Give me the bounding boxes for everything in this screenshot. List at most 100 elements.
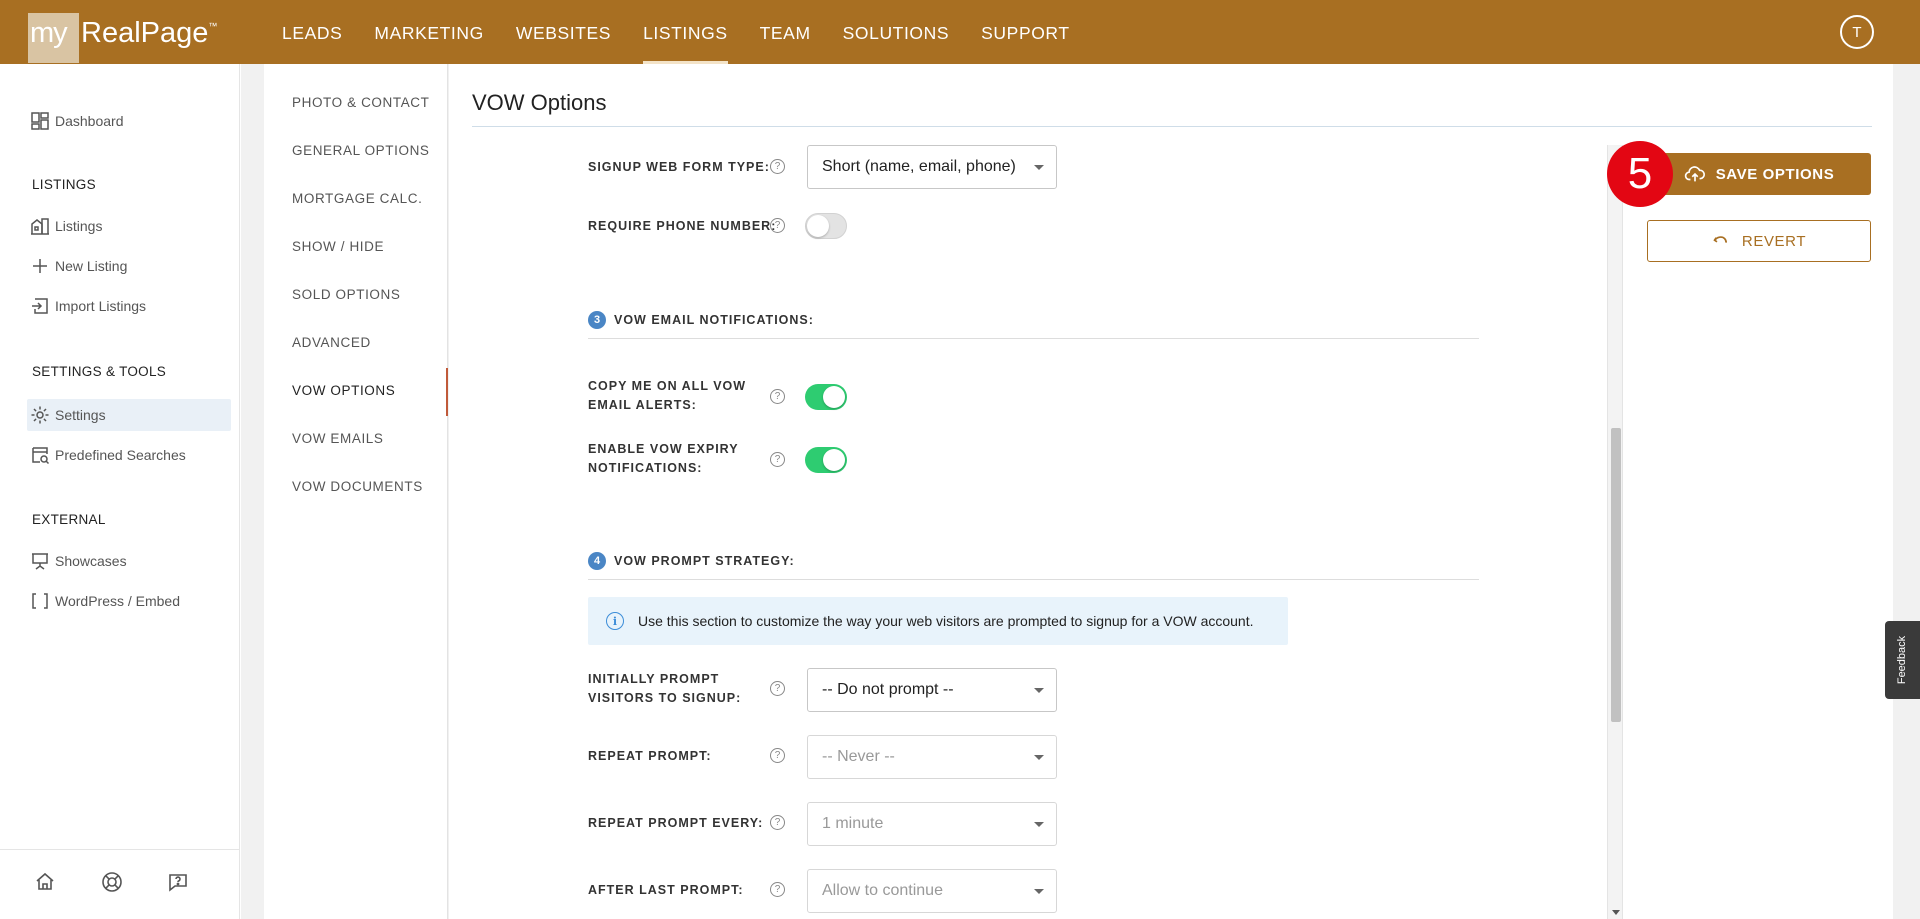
sidebar-label-showcases: Showcases — [55, 553, 127, 569]
user-avatar[interactable]: T — [1840, 15, 1874, 49]
myrealpage-logo[interactable]: my RealPage ™ — [28, 13, 217, 63]
chat-help-icon[interactable] — [166, 870, 190, 894]
sidebar-header-listings: LISTINGS — [32, 177, 96, 192]
sidebar-item-import-listings[interactable]: Import Listings — [27, 290, 231, 322]
revert-label: REVERT — [1741, 232, 1807, 250]
sidebar-item-showcases[interactable]: Showcases — [27, 545, 231, 577]
sidebar-header-external: EXTERNAL — [32, 512, 106, 527]
info-text: Use this section to customize the way yo… — [638, 613, 1254, 629]
sidebar-label-settings: Settings — [55, 407, 106, 423]
initial-prompt-label-line2: VISITORS TO SIGNUP: — [588, 691, 742, 705]
sidebar-item-listings[interactable]: Listings — [27, 210, 231, 242]
sidebar-label-new-listing: New Listing — [55, 258, 128, 274]
top-navigation-bar: my RealPage ™ LEADS MARKETING WEBSITES L… — [0, 0, 1920, 64]
repeat-prompt-select[interactable]: -- Never -- — [807, 735, 1057, 779]
subnav-advanced[interactable]: ADVANCED — [292, 335, 371, 350]
presentation-board-icon — [27, 550, 55, 572]
sidebar-footer — [0, 849, 240, 919]
subnav-sold-options[interactable]: SOLD OPTIONS — [292, 287, 400, 302]
initial-prompt-label-line1: INITIALLY PROMPT — [588, 672, 720, 686]
require-phone-label: REQUIRE PHONE NUMBER: — [588, 219, 777, 233]
after-last-prompt-label: AFTER LAST PROMPT: — [588, 883, 744, 897]
signup-form-type-select[interactable]: Short (name, email, phone) — [807, 145, 1057, 189]
after-last-prompt-value: Allow to continue — [822, 882, 943, 899]
help-icon[interactable]: ? — [770, 882, 785, 897]
subnav-general-options[interactable]: GENERAL OPTIONS — [292, 143, 430, 158]
subnav-active-indicator — [446, 368, 448, 416]
require-phone-toggle[interactable] — [805, 213, 847, 239]
sidebar-label-wordpress-embed: WordPress / Embed — [55, 593, 181, 609]
gear-icon — [27, 404, 55, 426]
section-divider — [588, 338, 1479, 339]
subnav-mortgage-calc[interactable]: MORTGAGE CALC. — [292, 191, 422, 206]
section-number-badge: 3 — [588, 311, 606, 329]
nav-websites[interactable]: WEBSITES — [500, 0, 627, 64]
buildings-icon — [27, 215, 55, 237]
nav-solutions[interactable]: SOLUTIONS — [827, 0, 966, 64]
plus-icon — [27, 255, 55, 277]
undo-icon — [1713, 236, 1727, 243]
help-icon[interactable]: ? — [770, 389, 785, 404]
step-number-badge: 5 — [1607, 141, 1673, 207]
save-options-button[interactable]: SAVE OPTIONS — [1647, 153, 1871, 195]
section-vow-prompt-strategy: 4 VOW PROMPT STRATEGY: — [588, 552, 795, 570]
sidebar-label-listings: Listings — [55, 218, 103, 234]
form-scrollbar[interactable] — [1607, 145, 1622, 919]
support-icon[interactable] — [100, 870, 124, 894]
sidebar-label-dashboard: Dashboard — [55, 113, 124, 129]
prompt-strategy-info-box: i Use this section to customize the way … — [588, 597, 1288, 645]
initial-prompt-value: -- Do not prompt -- — [822, 681, 954, 698]
sidebar-item-predefined-searches[interactable]: Predefined Searches — [27, 439, 231, 471]
sidebar-item-new-listing[interactable]: New Listing — [27, 250, 231, 282]
subnav-photo-contact[interactable]: PHOTO & CONTACT — [292, 95, 430, 110]
repeat-prompt-value: -- Never -- — [822, 748, 895, 765]
sidebar-header-settings: SETTINGS & TOOLS — [32, 364, 167, 379]
page-title: VOW Options — [472, 90, 607, 115]
after-last-prompt-select[interactable]: Allow to continue — [807, 869, 1057, 913]
nav-support[interactable]: SUPPORT — [965, 0, 1085, 64]
nav-listings[interactable]: LISTINGS — [627, 0, 744, 64]
repeat-every-select[interactable]: 1 minute — [807, 802, 1057, 846]
title-divider — [472, 126, 1872, 127]
subnav-show-hide[interactable]: SHOW / HIDE — [292, 239, 384, 254]
subnav-vow-emails[interactable]: VOW EMAILS — [292, 431, 384, 446]
home-icon[interactable] — [33, 870, 57, 894]
subnav-vow-documents[interactable]: VOW DOCUMENTS — [292, 479, 423, 494]
initial-prompt-select[interactable]: -- Do not prompt -- — [807, 668, 1057, 712]
chevron-down-icon — [1034, 165, 1044, 170]
help-icon[interactable]: ? — [770, 452, 785, 467]
sidebar-label-predefined-searches: Predefined Searches — [55, 447, 186, 463]
feedback-tab[interactable]: Feedback — [1885, 621, 1920, 699]
expiry-notifications-toggle[interactable] — [805, 447, 847, 473]
scrollbar-thumb[interactable] — [1611, 428, 1621, 722]
section-vow-email-notifications: 3 VOW EMAIL NOTIFICATIONS: — [588, 311, 814, 329]
help-icon[interactable]: ? — [770, 748, 785, 763]
help-icon[interactable]: ? — [770, 681, 785, 696]
nav-team[interactable]: TEAM — [744, 0, 827, 64]
sidebar-item-settings[interactable]: Settings — [27, 399, 231, 431]
section-number-badge: 4 — [588, 552, 606, 570]
help-icon[interactable]: ? — [770, 159, 785, 174]
section-title: VOW EMAIL NOTIFICATIONS: — [614, 313, 814, 327]
nav-leads[interactable]: LEADS — [266, 0, 358, 64]
logo-name: RealPage — [81, 17, 209, 49]
copy-me-toggle[interactable] — [805, 384, 847, 410]
toggle-knob — [823, 449, 845, 471]
sidebar-item-wordpress-embed[interactable]: WordPress / Embed — [27, 585, 231, 617]
expiry-label-line2: NOTIFICATIONS: — [588, 461, 703, 475]
dashboard-icon — [27, 110, 55, 132]
nav-marketing[interactable]: MARKETING — [358, 0, 499, 64]
chevron-down-icon — [1034, 822, 1044, 827]
copy-me-label-line1: COPY ME ON ALL VOW — [588, 379, 747, 393]
revert-button[interactable]: REVERT — [1647, 220, 1871, 262]
scroll-down-arrow-icon[interactable] — [1612, 910, 1620, 915]
repeat-every-value: 1 minute — [822, 815, 884, 832]
expiry-notifications-label: ENABLE VOW EXPIRY NOTIFICATIONS: — [588, 440, 739, 478]
sidebar-item-dashboard[interactable]: Dashboard — [27, 105, 231, 137]
import-icon — [27, 295, 55, 317]
help-icon[interactable]: ? — [770, 815, 785, 830]
help-icon[interactable]: ? — [770, 218, 785, 233]
subnav-vow-options[interactable]: VOW OPTIONS — [292, 383, 395, 398]
chevron-down-icon — [1034, 889, 1044, 894]
copy-me-label: COPY ME ON ALL VOW EMAIL ALERTS: — [588, 377, 746, 415]
